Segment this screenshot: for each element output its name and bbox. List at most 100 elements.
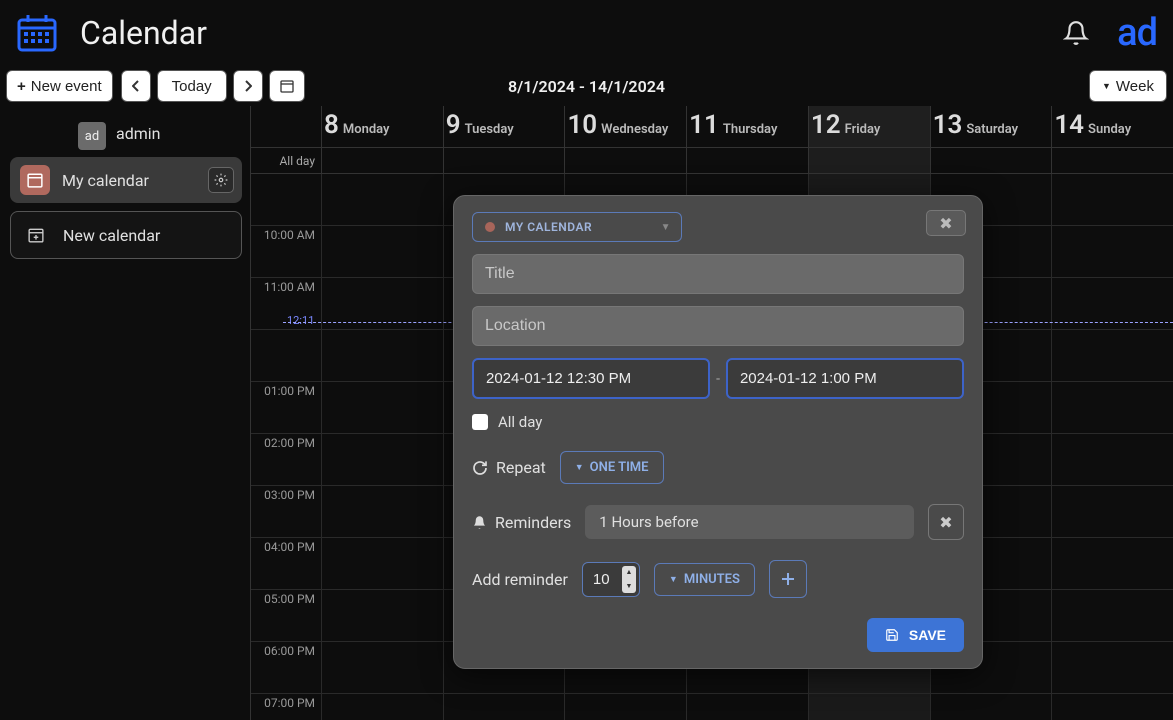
day-header-cell[interactable]: 8Monday bbox=[321, 106, 443, 147]
add-reminder-label: Add reminder bbox=[472, 570, 568, 589]
repeat-select[interactable]: ▼ ONE TIME bbox=[560, 451, 664, 484]
day-number: 9 bbox=[446, 110, 461, 140]
date-picker-button[interactable] bbox=[269, 70, 305, 102]
repeat-value: ONE TIME bbox=[590, 460, 649, 475]
time-cell[interactable] bbox=[321, 382, 443, 433]
calendar-select-label: MY CALENDAR bbox=[505, 220, 592, 234]
save-icon bbox=[885, 628, 899, 642]
day-number: 14 bbox=[1054, 110, 1084, 140]
reminder-delete-button[interactable]: ✖ bbox=[928, 504, 964, 540]
chevron-right-icon bbox=[244, 80, 252, 92]
time-cell[interactable] bbox=[321, 486, 443, 537]
time-cell[interactable] bbox=[321, 538, 443, 589]
day-header-cell[interactable]: 13Saturday bbox=[930, 106, 1052, 147]
notifications-icon[interactable] bbox=[1063, 20, 1089, 46]
app-title: Calendar bbox=[80, 14, 207, 52]
time-label: 05:00 PM bbox=[251, 590, 321, 641]
time-cell[interactable] bbox=[1051, 330, 1173, 381]
time-cell[interactable] bbox=[1051, 642, 1173, 693]
time-cell[interactable] bbox=[321, 278, 443, 329]
allday-cell[interactable] bbox=[930, 148, 1052, 173]
calendar-plus-icon bbox=[21, 220, 51, 250]
end-datetime-input[interactable] bbox=[726, 358, 964, 399]
title-input[interactable] bbox=[472, 254, 964, 294]
time-cell[interactable] bbox=[321, 434, 443, 485]
time-cell[interactable] bbox=[1051, 590, 1173, 641]
next-week-button[interactable] bbox=[233, 70, 263, 102]
time-cell[interactable] bbox=[321, 590, 443, 641]
calendar-color-dot bbox=[485, 222, 495, 232]
day-name: Tuesday bbox=[465, 122, 514, 137]
time-cell[interactable] bbox=[564, 694, 686, 720]
time-cell[interactable] bbox=[321, 330, 443, 381]
repeat-icon bbox=[472, 460, 488, 476]
day-name: Wednesday bbox=[601, 122, 668, 137]
event-popup: ✖ MY CALENDAR ▼ - All day Repeat ▼ ONE T… bbox=[453, 195, 983, 669]
time-cell[interactable] bbox=[321, 694, 443, 720]
view-label: Week bbox=[1116, 78, 1154, 95]
sidebar-item-new-calendar[interactable]: New calendar bbox=[10, 211, 242, 259]
caret-down-icon: ▼ bbox=[575, 462, 584, 473]
time-label bbox=[251, 174, 321, 225]
day-number: 11 bbox=[689, 110, 719, 140]
sidebar-item-my-calendar[interactable]: My calendar bbox=[10, 157, 242, 203]
time-cell[interactable] bbox=[930, 694, 1052, 720]
time-cell[interactable] bbox=[686, 694, 808, 720]
time-cell[interactable] bbox=[1051, 486, 1173, 537]
time-cell[interactable] bbox=[1051, 694, 1173, 720]
close-button[interactable]: ✖ bbox=[926, 210, 966, 236]
start-datetime-input[interactable] bbox=[472, 358, 710, 399]
day-name: Sunday bbox=[1088, 122, 1131, 137]
caret-down-icon: ▼ bbox=[669, 574, 678, 585]
user-avatar[interactable]: ad bbox=[1117, 11, 1157, 55]
time-cell[interactable] bbox=[1051, 434, 1173, 485]
allday-checkbox[interactable] bbox=[472, 414, 488, 430]
date-sep: - bbox=[716, 371, 720, 387]
new-calendar-label: New calendar bbox=[63, 226, 160, 245]
date-range-label: 8/1/2024 - 14/1/2024 bbox=[508, 77, 665, 96]
time-cell[interactable] bbox=[1051, 278, 1173, 329]
allday-cell[interactable] bbox=[808, 148, 930, 173]
prev-week-button[interactable] bbox=[121, 70, 151, 102]
location-input[interactable] bbox=[472, 306, 964, 346]
calendar-select[interactable]: MY CALENDAR ▼ bbox=[472, 212, 682, 242]
time-cell[interactable] bbox=[808, 694, 930, 720]
day-header-cell[interactable]: 10Wednesday bbox=[564, 106, 686, 147]
save-label: SAVE bbox=[909, 627, 946, 643]
calendar-icon bbox=[280, 79, 294, 93]
day-name: Thursday bbox=[723, 122, 778, 137]
reminder-unit-select[interactable]: ▼ MINUTES bbox=[654, 563, 755, 596]
today-button[interactable]: Today bbox=[157, 70, 227, 102]
app-header: Calendar ad bbox=[0, 0, 1173, 66]
day-header-cell[interactable]: 11 Thursday bbox=[686, 106, 808, 147]
new-event-label: New event bbox=[31, 78, 102, 95]
add-reminder-button[interactable] bbox=[769, 560, 807, 598]
plus-icon bbox=[781, 572, 795, 586]
caret-down-icon: ▼ bbox=[1102, 81, 1111, 91]
close-icon: ✖ bbox=[939, 214, 952, 233]
day-header-cell[interactable]: 12Friday bbox=[808, 106, 930, 147]
time-cell[interactable] bbox=[1051, 382, 1173, 433]
view-select[interactable]: ▼ Week bbox=[1089, 70, 1167, 102]
allday-cell[interactable] bbox=[321, 148, 443, 173]
day-header-cell[interactable]: 14 Sunday bbox=[1051, 106, 1173, 147]
time-cell[interactable] bbox=[321, 174, 443, 225]
calendar-settings-button[interactable] bbox=[208, 167, 234, 193]
time-cell[interactable] bbox=[1051, 226, 1173, 277]
time-cell[interactable] bbox=[1051, 538, 1173, 589]
allday-cell[interactable] bbox=[443, 148, 565, 173]
allday-cell[interactable] bbox=[686, 148, 808, 173]
allday-cell[interactable] bbox=[1051, 148, 1173, 173]
day-name: Saturday bbox=[966, 122, 1018, 137]
time-cell[interactable] bbox=[1051, 174, 1173, 225]
allday-cell[interactable] bbox=[564, 148, 686, 173]
day-header-cell[interactable]: 9 Tuesday bbox=[443, 106, 565, 147]
new-event-button[interactable]: + New event bbox=[6, 70, 113, 102]
save-button[interactable]: SAVE bbox=[867, 618, 964, 652]
time-cell[interactable] bbox=[443, 694, 565, 720]
time-cell[interactable] bbox=[321, 642, 443, 693]
time-label: 06:00 PM bbox=[251, 642, 321, 693]
number-spinner[interactable]: ▲▼ bbox=[622, 566, 636, 593]
repeat-label: Repeat bbox=[496, 458, 546, 477]
time-cell[interactable] bbox=[321, 226, 443, 277]
